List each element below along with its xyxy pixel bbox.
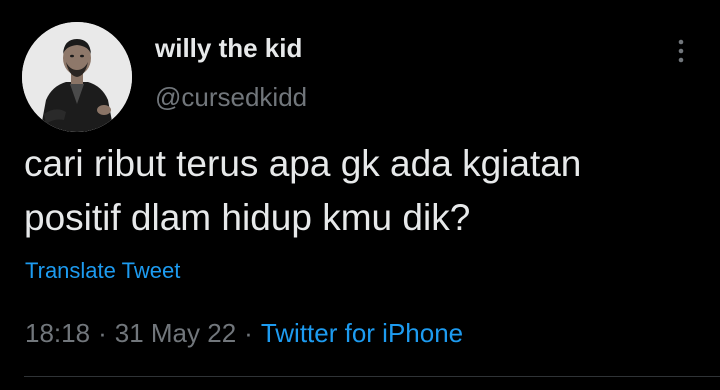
- avatar[interactable]: [22, 22, 132, 132]
- divider: [24, 376, 720, 377]
- tweet-date[interactable]: 31 May 22: [115, 318, 236, 348]
- separator-dot: ·: [244, 318, 253, 348]
- tweet-card: willy the kid @cursedkidd cari ribut ter…: [0, 0, 720, 390]
- tweet-source-link[interactable]: Twitter for iPhone: [261, 318, 463, 348]
- user-handle[interactable]: @cursedkidd: [155, 82, 307, 113]
- display-name[interactable]: willy the kid: [155, 33, 302, 64]
- tweet-text-line: positif dlam hidup kmu dik?: [24, 197, 471, 238]
- tweet-text-line: cari ribut terus apa gk ada kgiatan: [24, 143, 582, 184]
- tweet-time[interactable]: 18:18: [25, 318, 90, 348]
- tweet-metadata: 18:18 · 31 May 22 · Twitter for iPhone: [25, 318, 463, 349]
- translate-tweet-link[interactable]: Translate Tweet: [25, 258, 180, 284]
- tweet-text: cari ribut terus apa gk ada kgiatan posi…: [24, 137, 704, 245]
- more-vertical-icon[interactable]: [668, 36, 694, 66]
- person-photo-avatar: [22, 22, 132, 132]
- separator-dot: ·: [98, 318, 107, 348]
